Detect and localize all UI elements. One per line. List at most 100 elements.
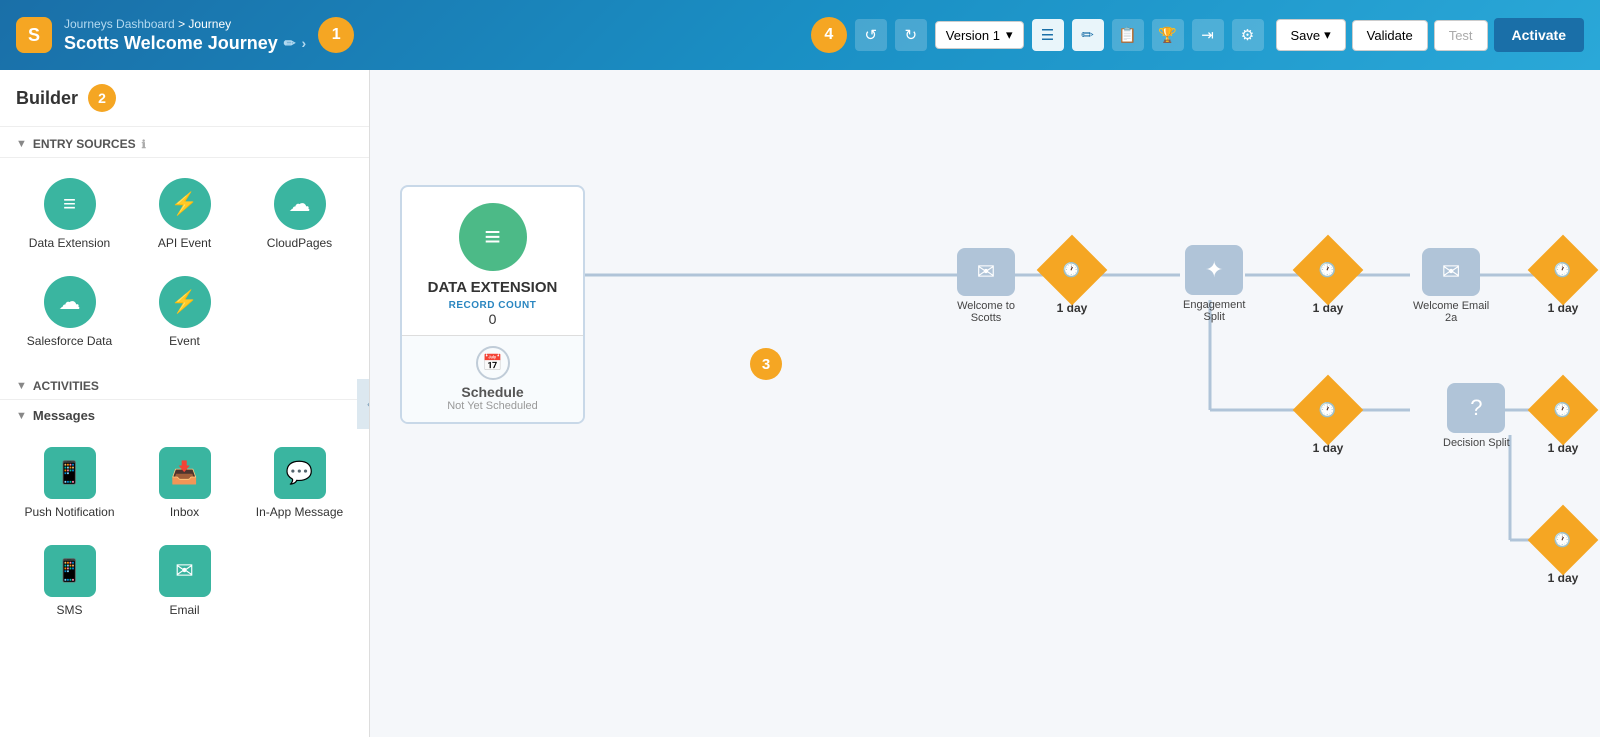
nav-actions: Save ▾ Validate Test Activate xyxy=(1276,18,1585,52)
welcome-email-2a-icon: ✉ xyxy=(1422,248,1480,296)
wait-1-icon: 🕐 xyxy=(1063,262,1080,279)
in-app-message-label: In-App Message xyxy=(256,505,343,521)
engagement-split-icon: ✦ xyxy=(1185,245,1243,295)
decision-split-icon: ? xyxy=(1447,383,1505,433)
main-layout: Builder 2 ▼ ENTRY SOURCES ℹ ≡ Data Exten… xyxy=(0,70,1600,737)
save-button[interactable]: Save ▾ xyxy=(1276,19,1346,51)
wait-2-diamond: 🕐 xyxy=(1293,235,1364,306)
logo-letter: S xyxy=(28,25,40,46)
top-nav: S Journeys Dashboard > Journey Scotts We… xyxy=(0,0,1600,70)
engagement-split-label: EngagementSplit xyxy=(1183,299,1245,323)
salesforce-data-label: Salesforce Data xyxy=(27,334,112,350)
sidebar-item-salesforce-data[interactable]: ☁ Salesforce Data xyxy=(16,268,123,358)
welcome-scotts-label: Welcome toScotts xyxy=(957,300,1015,324)
data-extension-block[interactable]: ≡ DATA EXTENSION RECORD COUNT 0 📅 Schedu… xyxy=(400,185,585,424)
node-decision-split[interactable]: ? Decision Split xyxy=(1443,383,1510,449)
data-extension-label: Data Extension xyxy=(29,236,110,252)
record-count-label: RECORD COUNT xyxy=(412,300,573,311)
entry-sources-chevron[interactable]: ▼ xyxy=(16,138,27,150)
messages-grid: 📱 Push Notification 📥 Inbox 💬 In-App Mes… xyxy=(0,427,369,638)
activate-button[interactable]: Activate xyxy=(1494,18,1584,52)
sidebar-item-email[interactable]: ✉ Email xyxy=(131,537,238,627)
node-wait-3[interactable]: 🕐 1 day xyxy=(1538,245,1588,315)
redo-button[interactable]: ↻ xyxy=(895,19,927,51)
wait-3-icon: 🕐 xyxy=(1554,262,1571,279)
sidebar-item-push-notification[interactable]: 📱 Push Notification xyxy=(16,439,123,529)
trophy-button[interactable]: 🏆 xyxy=(1152,19,1184,51)
undo-button[interactable]: ↺ xyxy=(855,19,887,51)
entry-sources-section: ▼ ENTRY SOURCES ℹ xyxy=(0,127,369,158)
wait-5-diamond: 🕐 xyxy=(1528,375,1599,446)
event-icon: ⚡ xyxy=(159,276,211,328)
schedule-icon: 📅 xyxy=(476,346,510,380)
sms-label: SMS xyxy=(56,603,82,619)
settings-button[interactable]: ⚙ xyxy=(1232,19,1264,51)
wait-1-diamond: 🕐 xyxy=(1037,235,1108,306)
info-icon[interactable]: ℹ xyxy=(142,138,146,151)
save-chevron-icon: ▾ xyxy=(1324,27,1331,43)
inbox-icon: 📥 xyxy=(159,447,211,499)
welcome-scotts-icon: ✉ xyxy=(957,248,1015,296)
validate-button[interactable]: Validate xyxy=(1352,20,1428,51)
sidebar-title: Builder xyxy=(16,88,78,109)
edit-mode-button[interactable]: ✏ xyxy=(1072,19,1104,51)
badge-4[interactable]: 4 xyxy=(811,17,847,53)
node-welcome-email-2a[interactable]: ✉ Welcome Email2a xyxy=(1413,248,1489,324)
sidebar-item-cloudpages[interactable]: ☁ CloudPages xyxy=(246,170,353,260)
api-event-icon: ⚡ xyxy=(159,178,211,230)
clipboard-button[interactable]: 📋 xyxy=(1112,19,1144,51)
activities-chevron[interactable]: ▼ xyxy=(16,380,27,392)
arrow-right-icon: › xyxy=(301,35,306,51)
welcome-email-2a-label: Welcome Email2a xyxy=(1413,300,1489,324)
breadcrumb-link[interactable]: Journeys Dashboard xyxy=(64,17,175,31)
canvas[interactable]: ≡ DATA EXTENSION RECORD COUNT 0 📅 Schedu… xyxy=(370,70,1600,737)
inbox-label: Inbox xyxy=(170,505,199,521)
sidebar-item-sms[interactable]: 📱 SMS xyxy=(16,537,123,627)
wait-4-diamond: 🕐 xyxy=(1293,375,1364,446)
edit-icon[interactable]: ✏ xyxy=(284,35,296,52)
version-selector[interactable]: Version 1 ▾ xyxy=(935,21,1024,49)
data-extension-block-icon: ≡ xyxy=(459,203,527,271)
node-engagement-split[interactable]: ✦ EngagementSplit xyxy=(1183,245,1245,323)
nav-center: 4 ↺ ↻ Version 1 ▾ ☰ ✏ 📋 🏆 ⇥ ⚙ xyxy=(811,17,1264,53)
canvas-badge-3: 3 xyxy=(750,348,782,380)
schedule-block[interactable]: 📅 Schedule Not Yet Scheduled xyxy=(402,335,583,422)
push-notification-label: Push Notification xyxy=(24,505,114,521)
canvas-inner: ≡ DATA EXTENSION RECORD COUNT 0 📅 Schedu… xyxy=(390,90,1590,737)
node-welcome-scotts[interactable]: ✉ Welcome toScotts xyxy=(957,248,1015,324)
export-button[interactable]: ⇥ xyxy=(1192,19,1224,51)
node-wait-7[interactable]: 🕐 1 day xyxy=(1538,515,1588,585)
node-wait-5[interactable]: 🕐 1 day xyxy=(1538,385,1588,455)
cloudpages-label: CloudPages xyxy=(267,236,332,252)
sidebar: Builder 2 ▼ ENTRY SOURCES ℹ ≡ Data Exten… xyxy=(0,70,370,737)
sidebar-item-api-event[interactable]: ⚡ API Event xyxy=(131,170,238,260)
cloudpages-icon: ☁ xyxy=(274,178,326,230)
messages-subsection: ▼ Messages xyxy=(0,400,369,427)
data-extension-icon: ≡ xyxy=(44,178,96,230)
sms-icon: 📱 xyxy=(44,545,96,597)
node-wait-1[interactable]: 🕐 1 day xyxy=(1047,245,1097,315)
schedule-title: Schedule xyxy=(412,384,573,400)
event-label: Event xyxy=(169,334,200,350)
node-wait-2[interactable]: 🕐 1 day xyxy=(1303,245,1353,315)
sidebar-item-data-extension[interactable]: ≡ Data Extension xyxy=(16,170,123,260)
wait-7-diamond: 🕐 xyxy=(1528,505,1599,576)
email-label: Email xyxy=(169,603,199,619)
wait-4-icon: 🕐 xyxy=(1319,402,1336,419)
test-button[interactable]: Test xyxy=(1434,20,1488,51)
record-count-value: 0 xyxy=(412,311,573,327)
filter-icon-button[interactable]: ☰ xyxy=(1032,19,1064,51)
node-wait-4[interactable]: 🕐 1 day xyxy=(1303,385,1353,455)
entry-sources-grid: ≡ Data Extension ⚡ API Event ☁ CloudPage… xyxy=(0,158,369,369)
sidebar-collapse-handle[interactable]: ‹ xyxy=(357,379,370,429)
badge-1[interactable]: 1 xyxy=(318,17,354,53)
schedule-sub: Not Yet Scheduled xyxy=(412,400,573,412)
sidebar-header: Builder 2 xyxy=(0,70,369,127)
sidebar-item-in-app-message[interactable]: 💬 In-App Message xyxy=(246,439,353,529)
sidebar-item-inbox[interactable]: 📥 Inbox xyxy=(131,439,238,529)
wait-2-icon: 🕐 xyxy=(1319,262,1336,279)
messages-chevron[interactable]: ▼ xyxy=(16,410,27,422)
sidebar-item-event[interactable]: ⚡ Event xyxy=(131,268,238,358)
sidebar-badge: 2 xyxy=(88,84,116,112)
salesforce-data-icon: ☁ xyxy=(44,276,96,328)
